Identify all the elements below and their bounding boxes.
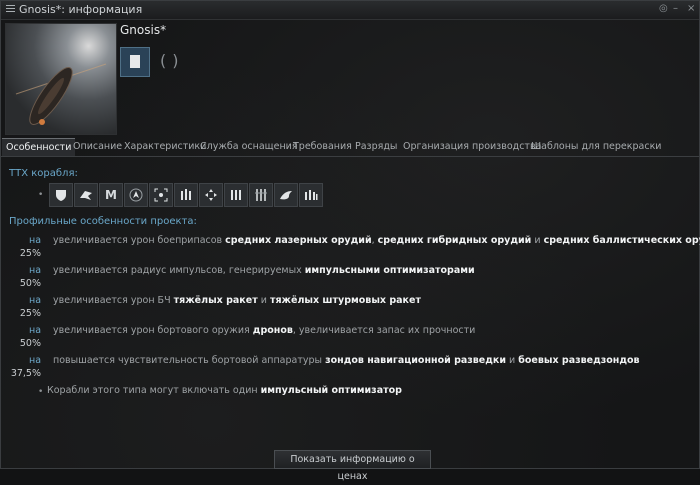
loading-indicator: () [160, 51, 185, 70]
bonus-prefix: на [29, 295, 42, 306]
bonus-text: увеличивается урон бортового оружия дрон… [53, 325, 475, 336]
bonus-text: повышается чувствительность бортовой апп… [53, 355, 640, 366]
tab-skins[interactable]: Шаблоны для перекраски [531, 138, 662, 155]
highlighted-term[interactable]: импульсный оптимизатор [261, 385, 402, 396]
bonus-text-segment: и [257, 295, 270, 306]
settings-icon[interactable]: ◎ [659, 3, 668, 14]
bonus-text: увеличивается радиус импульсов, генериру… [53, 265, 475, 276]
bonus-text-segment: , увеличивается запас их прочности [292, 325, 476, 336]
ship-name: Gnosis* [120, 23, 167, 37]
bonus-prefix: на [29, 265, 42, 276]
bonus-text-segment: повышается чувствительность бортовой апп… [53, 355, 326, 366]
tab-description[interactable]: Описание [73, 138, 122, 155]
ship-image [5, 23, 117, 135]
bonus-text-segment: увеличивается урон бортового оружия [53, 325, 253, 336]
highlighted-term[interactable]: средних гибридных орудий [378, 235, 532, 246]
bonus-text-segment: увеличивается радиус импульсов, генериру… [53, 265, 305, 276]
show-price-info-button[interactable]: Показать информацию о ценах [274, 450, 431, 482]
turret-icon[interactable] [174, 183, 198, 207]
role-bonus-note: Корабли этого типа могут включать один и… [47, 385, 402, 396]
bonus-text-segment: увеличивается урон БЧ [53, 295, 174, 306]
highlighted-term[interactable]: тяжёлых ракет [174, 295, 258, 306]
tab-features[interactable]: Особенности [2, 138, 76, 156]
tab-industry[interactable]: Организация производства [403, 138, 541, 155]
menu-icon[interactable] [6, 5, 15, 14]
tab-requirements[interactable]: Требования [293, 138, 352, 155]
missile-rack-icon[interactable] [249, 183, 273, 207]
highlighted-term[interactable]: средних баллистических орудий [544, 235, 700, 246]
specs-heading: ТТХ корабля: [9, 168, 78, 179]
bonus-prefix: на [29, 235, 42, 246]
expand-icon[interactable] [199, 183, 223, 207]
bird-icon[interactable] [274, 183, 298, 207]
note-bullet: • [38, 387, 44, 397]
bonus-percent: 25% [19, 248, 41, 259]
target-icon[interactable] [149, 183, 173, 207]
fitting-icon[interactable] [299, 183, 323, 207]
title-bar[interactable]: Gnosis*: информация ◎ – × [1, 1, 699, 20]
show-info-button[interactable] [120, 47, 150, 77]
bonus-percent: 37,5% [10, 368, 41, 379]
bonus-text-segment: увеличивается урон боеприпасов [53, 235, 226, 246]
highlighted-term[interactable]: боевых разведзондов [518, 355, 639, 366]
tab-divider [1, 156, 699, 157]
minimize-icon[interactable]: – [673, 3, 678, 14]
bonus-text-segment: и [531, 235, 544, 246]
drone-icon[interactable] [74, 183, 98, 207]
bonus-prefix: на [29, 325, 42, 336]
window-title: Gnosis*: информация [19, 3, 143, 16]
navigation-icon[interactable] [124, 183, 148, 207]
bonus-percent: 25% [19, 308, 41, 319]
bonus-text: увеличивается урон боеприпасов средних л… [53, 235, 700, 246]
highlighted-term[interactable]: зондов навигационной разведки [325, 355, 506, 366]
specs-bullet: • [38, 190, 44, 200]
bonus-text-segment: Корабли этого типа могут включать один [47, 385, 261, 396]
tab-attributes[interactable]: Характеристики [124, 138, 206, 155]
m-letter-icon[interactable]: M [99, 183, 123, 207]
bonus-text-segment: и [506, 355, 519, 366]
highlighted-term[interactable]: импульсными оптимизаторами [305, 265, 475, 276]
highlighted-term[interactable]: тяжёлых штурмовых ракет [270, 295, 421, 306]
bonuses-heading: Профильные особенности проекта: [9, 216, 197, 227]
info-window: Gnosis*: информация ◎ – × Gnosis* () Осо… [0, 0, 700, 482]
bonus-percent: 50% [19, 278, 41, 289]
highlighted-term[interactable]: дронов [253, 325, 293, 336]
bonus-text: увеличивается урон БЧ тяжёлых ракет и тя… [53, 295, 421, 306]
close-icon[interactable]: × [687, 3, 695, 14]
tab-bar: Особенности Описание Характеристики Служ… [1, 138, 699, 156]
launcher-icon[interactable] [224, 183, 248, 207]
bonus-percent: 50% [19, 338, 41, 349]
bonus-prefix: на [29, 355, 42, 366]
highlighted-term[interactable]: средних лазерных орудий [225, 235, 371, 246]
tab-variations[interactable]: Разряды [355, 138, 397, 155]
tab-fitting-service[interactable]: Служба оснащения [200, 138, 298, 155]
shield-icon[interactable] [49, 183, 73, 207]
